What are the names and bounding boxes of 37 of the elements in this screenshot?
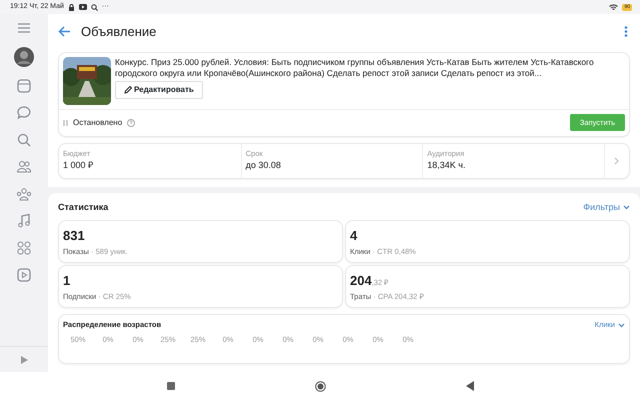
video-icon xyxy=(78,4,87,10)
chat-icon[interactable] xyxy=(16,105,32,121)
section-title: Статистика xyxy=(58,200,108,214)
ad-status: Остановлено xyxy=(73,116,122,128)
avatar[interactable] xyxy=(14,47,34,67)
play-icon[interactable] xyxy=(20,356,28,364)
info-value: 18,34K ч. xyxy=(427,159,466,172)
more-options-icon[interactable] xyxy=(624,26,628,38)
search-icon xyxy=(90,4,98,10)
chevron-right-icon[interactable] xyxy=(614,156,620,164)
recent-apps-icon[interactable] xyxy=(166,382,174,390)
home-icon[interactable] xyxy=(314,380,326,392)
edit-button[interactable]: Редактировать xyxy=(115,81,203,100)
pencil-icon xyxy=(124,86,132,94)
stat-value: 1 xyxy=(63,272,70,290)
back-icon[interactable] xyxy=(466,381,474,391)
back-arrow-icon[interactable] xyxy=(58,26,71,38)
wifi-icon xyxy=(609,4,618,10)
window-icon[interactable] xyxy=(16,78,32,94)
ad-text: Конкурс. Приз 25.000 рублей. Условия: Быть подписчиком группы объявления Усть-Катав Быть жителем Усть-Катавского городского округа или Кропачёво(Ашинского района) Сделать репост этой записи Сделать репост из этой... xyxy=(115,56,595,80)
pause-icon xyxy=(63,120,68,126)
help-icon[interactable] xyxy=(127,118,136,126)
page-title: Объявление xyxy=(81,23,156,41)
stat-value: 831 xyxy=(63,227,85,246)
search-icon[interactable] xyxy=(16,132,32,148)
friends-icon[interactable] xyxy=(16,159,32,175)
chevron-down-icon xyxy=(618,322,625,328)
stat-value: 4 xyxy=(350,227,358,246)
lock-icon xyxy=(68,4,75,10)
music-icon[interactable] xyxy=(16,213,32,229)
info-value: 1 000 ₽ xyxy=(63,159,94,172)
chevron-down-icon xyxy=(623,204,630,210)
info-value: до 30.08 xyxy=(246,159,282,172)
apps-icon[interactable] xyxy=(16,240,32,256)
community-icon[interactable] xyxy=(16,186,32,202)
filters-dropdown[interactable]: Фильтры xyxy=(583,200,630,214)
video-icon[interactable] xyxy=(16,267,32,283)
